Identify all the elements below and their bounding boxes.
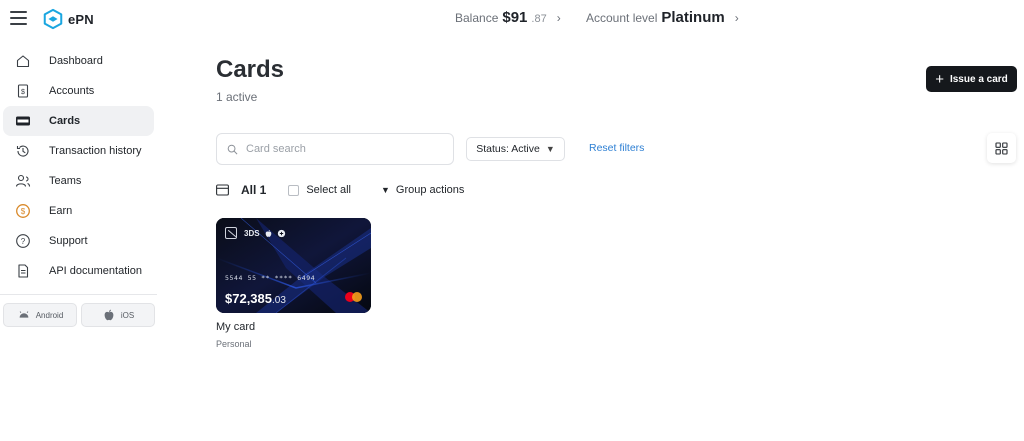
grid-view-button[interactable] — [987, 133, 1016, 163]
reset-filters-link[interactable]: Reset filters — [589, 142, 644, 154]
home-icon — [15, 53, 31, 69]
google-pay-icon — [277, 229, 285, 237]
history-icon — [15, 143, 31, 159]
card-balance-whole: $72,385 — [225, 291, 272, 306]
balance-value: $91 — [502, 9, 528, 26]
svg-text:$: $ — [21, 207, 26, 216]
sidebar-divider — [0, 294, 157, 295]
logo[interactable]: ePN — [42, 8, 94, 30]
android-app-button[interactable]: Android — [3, 303, 77, 327]
logo-text: ePN — [68, 11, 94, 27]
document-dollar-icon: $ — [15, 83, 31, 99]
issue-card-button[interactable]: + Issue a card — [926, 66, 1017, 92]
android-label: Android — [35, 310, 64, 320]
card-balance: $72,385.03 — [225, 290, 286, 308]
search-input[interactable] — [246, 143, 446, 155]
sidebar-item-label: API documentation — [49, 265, 142, 277]
svg-text:$: $ — [21, 89, 25, 96]
sidebar-item-teams[interactable]: Teams — [3, 166, 154, 196]
select-all-checkbox[interactable]: Select all — [288, 184, 351, 196]
sidebar-item-accounts[interactable]: $ Accounts — [3, 76, 154, 106]
sidebar-item-label: Transaction history — [49, 145, 142, 157]
sidebar-item-label: Dashboard — [49, 55, 103, 67]
card-name[interactable]: My card — [216, 321, 255, 333]
file-icon — [15, 263, 31, 279]
sidebar-item-label: Support — [49, 235, 88, 247]
group-actions-dropdown[interactable]: ▼ Group actions — [381, 184, 464, 196]
select-all-label: Select all — [306, 184, 351, 196]
card-balance-cents: .03 — [272, 295, 286, 306]
chevron-down-icon: ▼ — [545, 144, 555, 154]
balance-display[interactable]: Balance $91.87 › — [455, 9, 561, 26]
sidebar-item-api-documentation[interactable]: API documentation — [3, 256, 154, 286]
group-actions-label: Group actions — [395, 184, 465, 196]
plus-icon: + — [935, 70, 944, 88]
chevron-right-icon: › — [734, 11, 739, 25]
chevron-right-icon: › — [556, 11, 561, 25]
sidebar-item-label: Cards — [49, 115, 81, 127]
grid-icon — [995, 141, 1008, 155]
page-title: Cards — [216, 56, 285, 83]
checkbox[interactable] — [288, 184, 300, 196]
app-links: Android iOS — [0, 303, 158, 327]
sidebar-item-support[interactable]: ? Support — [3, 226, 154, 256]
search-icon — [227, 144, 238, 154]
sidebar-item-label: Accounts — [49, 85, 95, 97]
sidebar-item-label: Teams — [49, 175, 82, 187]
coin-icon: $ — [15, 203, 31, 219]
card-outline-icon — [216, 184, 229, 196]
chevron-down-icon: ▼ — [380, 185, 390, 195]
sidebar-item-dashboard[interactable]: Dashboard — [3, 46, 154, 76]
card-badges: 3DS — [225, 227, 286, 239]
selection-toolbar: All 1 Select all ▼ Group actions — [216, 182, 464, 198]
sidebar-item-label: Earn — [49, 205, 73, 217]
status-filter-label: Status: Active — [476, 143, 540, 155]
card-search[interactable] — [216, 133, 454, 165]
epn-logo-icon — [43, 8, 63, 30]
card-type: Personal — [216, 339, 252, 349]
apple-pay-icon — [265, 229, 271, 237]
account-level-label: Account level — [586, 11, 658, 25]
help-icon: ? — [15, 233, 31, 249]
status-filter-dropdown[interactable]: Status: Active ▼ — [466, 137, 565, 161]
3ds-badge: 3DS — [244, 228, 260, 238]
card-number: 5544 55 ** **** 6494 — [225, 274, 316, 282]
sidebar: Dashboard $ Accounts Cards Transaction h… — [0, 46, 158, 327]
android-icon — [19, 311, 29, 318]
issue-card-label: Issue a card — [949, 73, 1008, 85]
svg-text:?: ? — [21, 237, 26, 246]
account-level-value: Platinum — [661, 9, 725, 26]
sidebar-item-transaction-history[interactable]: Transaction history — [3, 136, 154, 166]
card-tile[interactable]: 3DS 5544 55 ** **** 6494 $72,385.03 — [216, 218, 371, 313]
all-cards-toggle[interactable]: All 1 — [216, 183, 266, 197]
card-icon — [15, 113, 31, 129]
menu-icon[interactable] — [10, 11, 27, 25]
balance-label: Balance — [455, 11, 499, 25]
balance-cents: .87 — [531, 13, 547, 25]
users-icon — [15, 173, 31, 189]
mastercard-icon — [345, 292, 362, 302]
apple-icon — [104, 309, 114, 321]
card-chip-icon — [225, 227, 237, 239]
ios-label: iOS — [120, 310, 135, 320]
sidebar-item-cards[interactable]: Cards — [3, 106, 154, 136]
all-count-label: All 1 — [241, 183, 267, 197]
sidebar-item-earn[interactable]: $ Earn — [3, 196, 154, 226]
active-count: 1 active — [216, 90, 258, 104]
ios-app-button[interactable]: iOS — [81, 303, 155, 327]
account-level-display[interactable]: Account level Platinum › — [586, 9, 739, 26]
